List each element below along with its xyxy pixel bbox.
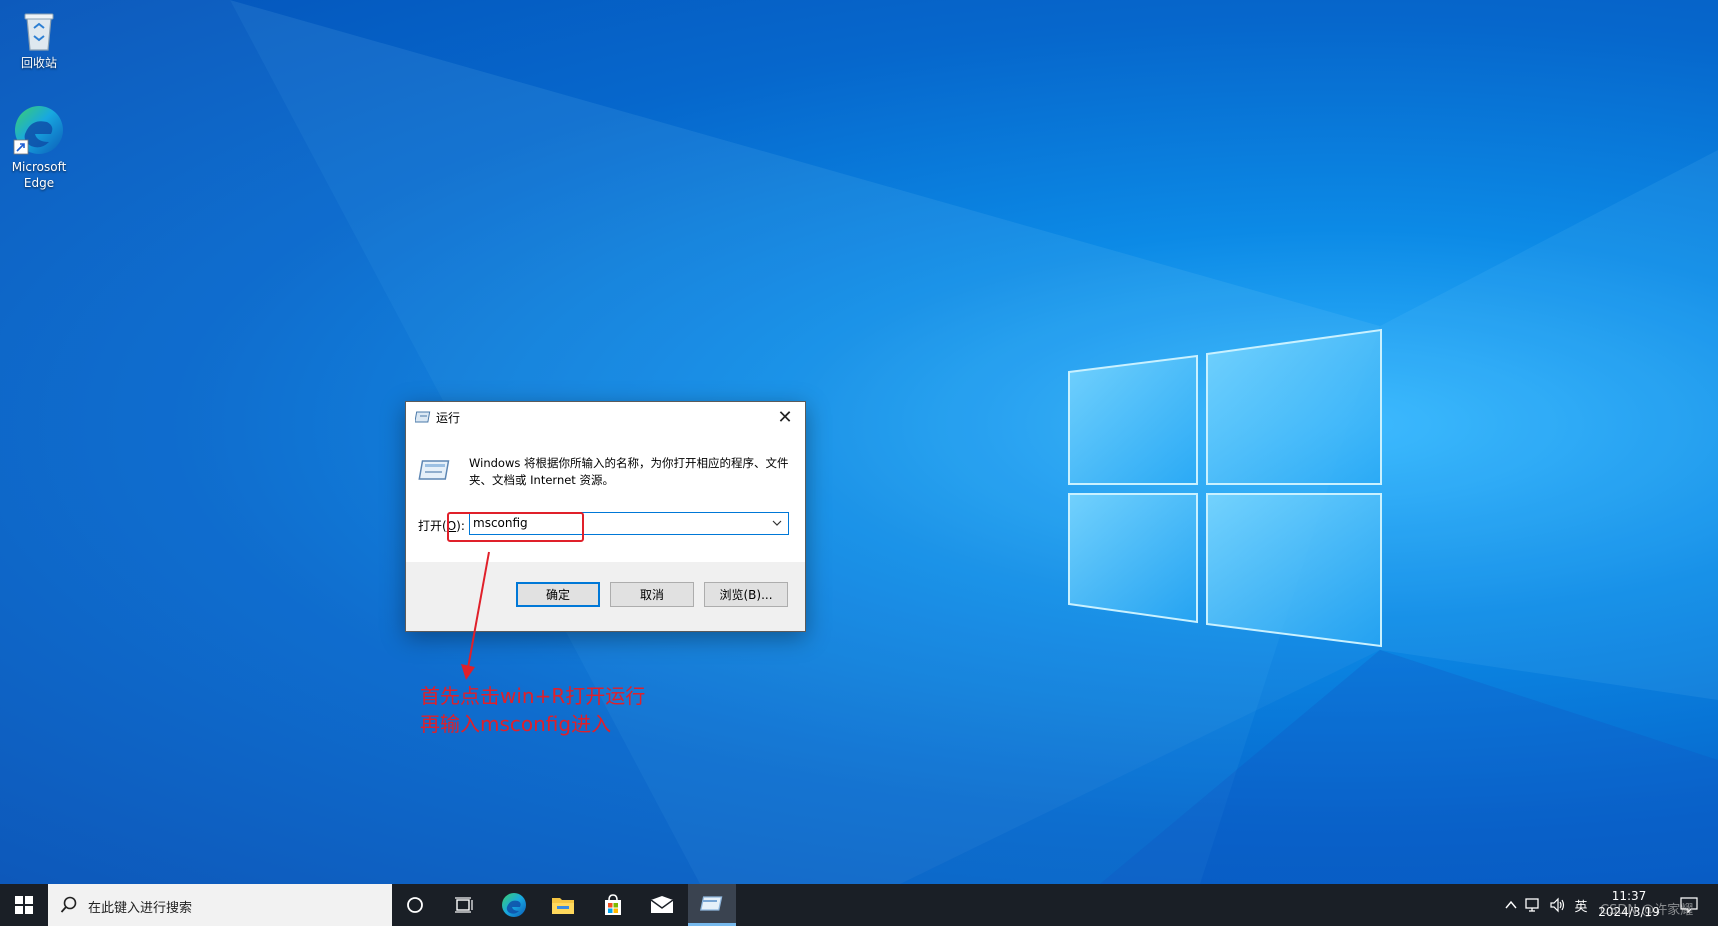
run-program-icon	[418, 460, 450, 480]
windows-logo-wallpaper	[1068, 328, 1382, 648]
cortana-icon	[407, 897, 423, 913]
watermark: CSDN @许家耀	[1600, 903, 1694, 918]
desktop-icon-label: 回收站	[20, 56, 57, 70]
search-icon	[60, 896, 77, 913]
network-button[interactable]	[1522, 884, 1546, 926]
store-icon	[605, 894, 621, 915]
task-view-icon	[455, 897, 473, 913]
annotation-text: 首先点击win+R打开运行 再输入msconfig进入	[420, 684, 646, 736]
taskbar-store-button[interactable]	[589, 884, 637, 926]
task-view-button[interactable]	[440, 884, 488, 926]
taskbar-search-box[interactable]: 在此键入进行搜索	[48, 884, 392, 926]
run-dialog-title: 运行	[436, 411, 461, 425]
wallpaper-light-beams	[0, 0, 1718, 884]
start-button[interactable]	[0, 884, 48, 926]
edge-icon	[13, 106, 63, 155]
browse-button[interactable]: 浏览(B)...	[704, 582, 788, 607]
close-button[interactable]: ✕	[765, 402, 805, 432]
search-placeholder: 在此键入进行搜索	[88, 901, 193, 916]
mail-icon	[650, 896, 674, 913]
desktop-icon-edge[interactable]: Microsoft Edge	[0, 104, 79, 191]
run-dialog-button-bar: 确定 取消 浏览(B)...	[406, 562, 805, 631]
show-hidden-icons-button[interactable]	[1500, 884, 1522, 926]
volume-button[interactable]	[1546, 884, 1570, 926]
recycle-bin-icon	[24, 13, 54, 51]
run-icon	[415, 411, 431, 423]
run-icon	[700, 895, 723, 911]
edge-icon	[502, 893, 526, 917]
network-icon	[1525, 898, 1539, 912]
close-icon: ✕	[777, 406, 793, 428]
taskbar-edge-button[interactable]	[490, 884, 538, 926]
desktop-icon-recycle-bin[interactable]: 回收站	[0, 8, 79, 71]
ok-button[interactable]: 确定	[516, 582, 600, 607]
chevron-up-icon	[1505, 900, 1517, 909]
run-dialog-titlebar[interactable]: 运行 ✕	[406, 402, 805, 432]
annotation-highlight-box	[447, 512, 584, 542]
taskbar-file-explorer-button[interactable]	[539, 884, 587, 926]
chevron-down-icon[interactable]	[771, 517, 783, 529]
taskbar-run-button[interactable]	[688, 884, 736, 926]
cancel-button[interactable]: 取消	[610, 582, 694, 607]
file-explorer-icon	[552, 898, 574, 914]
desktop-icon-label: Microsoft Edge	[11, 160, 67, 190]
windows-start-icon	[15, 896, 33, 914]
speaker-icon	[1550, 897, 1565, 913]
desktop-background: 回收站 Microsoft Edge	[0, 0, 1718, 884]
cortana-button[interactable]	[391, 884, 439, 926]
taskbar: 在此键入进行搜索 英 11:37 2024/3/19	[0, 884, 1718, 926]
taskbar-mail-button[interactable]	[638, 884, 686, 926]
run-dialog-description: Windows 将根据你所输入的名称，为你打开相应的程序、文件夹、文档或 Int…	[469, 456, 789, 487]
